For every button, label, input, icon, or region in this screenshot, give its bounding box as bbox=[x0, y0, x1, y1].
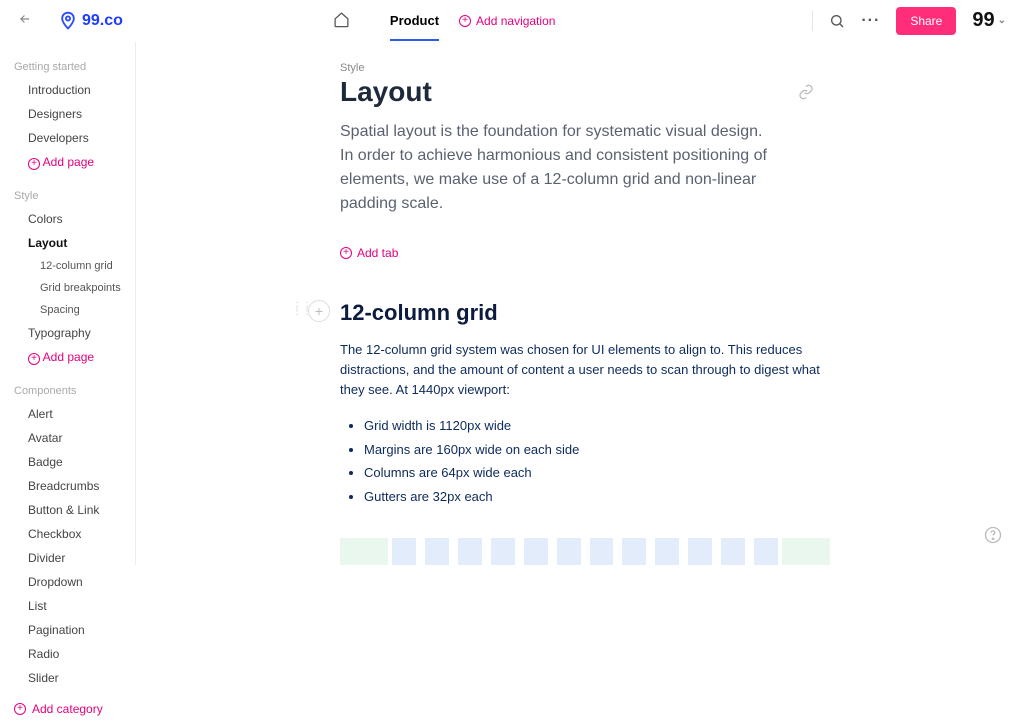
page-title: Layout bbox=[340, 76, 985, 108]
plus-icon: + bbox=[28, 353, 40, 365]
grid-diagram: 160px 32px 64px 160px 1120px bbox=[340, 538, 830, 565]
more-icon[interactable]: ··· bbox=[861, 12, 880, 30]
search-icon[interactable] bbox=[829, 13, 845, 29]
add-block-button[interactable]: + bbox=[308, 300, 330, 322]
back-button[interactable] bbox=[18, 12, 38, 29]
link-icon[interactable] bbox=[798, 84, 814, 103]
avatar-menu[interactable]: 99 ⌄ bbox=[972, 9, 1006, 32]
sidebar: Getting started Introduction Designers D… bbox=[0, 42, 136, 565]
page-kicker: Style bbox=[340, 62, 985, 74]
sidebar-item-slider[interactable]: Slider bbox=[0, 666, 135, 690]
sidebar-item-designers[interactable]: Designers bbox=[0, 102, 135, 126]
sidebar-category-getting-started: Getting started bbox=[0, 56, 135, 78]
logo-text: 99.co bbox=[82, 12, 123, 30]
tab-product[interactable]: Product bbox=[390, 1, 439, 41]
plus-icon: + bbox=[340, 247, 352, 259]
section-body: The 12-column grid system was chosen for… bbox=[340, 340, 820, 400]
sidebar-item-developers[interactable]: Developers bbox=[0, 126, 135, 150]
share-button[interactable]: Share bbox=[896, 7, 956, 35]
bullet-item: Margins are 160px wide on each side bbox=[364, 438, 985, 461]
sidebar-item-divider[interactable]: Divider bbox=[0, 546, 135, 570]
sidebar-category-components: Components bbox=[0, 380, 135, 402]
sidebar-item-list[interactable]: List bbox=[0, 594, 135, 618]
sidebar-item-radio[interactable]: Radio bbox=[0, 642, 135, 666]
add-category-button[interactable]: + Add category bbox=[0, 690, 135, 728]
sidebar-item-button-link[interactable]: Button & Link bbox=[0, 498, 135, 522]
sidebar-item-dropdown[interactable]: Dropdown bbox=[0, 570, 135, 594]
sidebar-item-pagination[interactable]: Pagination bbox=[0, 618, 135, 642]
logo[interactable]: 99.co bbox=[58, 10, 123, 32]
sidebar-item-badge[interactable]: Badge bbox=[0, 450, 135, 474]
add-page-button-1[interactable]: + Add page bbox=[0, 150, 135, 175]
help-icon[interactable] bbox=[984, 526, 1002, 547]
sidebar-item-avatar[interactable]: Avatar bbox=[0, 426, 135, 450]
home-icon[interactable] bbox=[333, 11, 350, 31]
sidebar-item-typography[interactable]: Typography bbox=[0, 321, 135, 345]
page-intro: Spatial layout is the foundation for sys… bbox=[340, 120, 770, 216]
add-tab-button[interactable]: + Add tab bbox=[340, 246, 985, 260]
diagram-margin-right bbox=[782, 538, 830, 565]
sidebar-item-introduction[interactable]: Introduction bbox=[0, 78, 135, 102]
section-bullets: Grid width is 1120px wide Margins are 16… bbox=[364, 414, 985, 508]
add-navigation-label: Add navigation bbox=[476, 14, 555, 28]
sidebar-item-breadcrumbs[interactable]: Breadcrumbs bbox=[0, 474, 135, 498]
plus-icon: + bbox=[28, 158, 40, 170]
plus-icon: + bbox=[14, 703, 26, 715]
bullet-item: Columns are 64px wide each bbox=[364, 461, 985, 484]
bullet-item: Gutters are 32px each bbox=[364, 485, 985, 508]
chevron-down-icon: ⌄ bbox=[998, 15, 1006, 26]
avatar-label: 99 bbox=[972, 9, 994, 32]
sidebar-item-grid-breakpoints[interactable]: Grid breakpoints bbox=[0, 277, 135, 299]
sidebar-item-layout[interactable]: Layout bbox=[0, 231, 135, 255]
bullet-item: Grid width is 1120px wide bbox=[364, 414, 985, 437]
sidebar-item-spacing[interactable]: Spacing bbox=[0, 299, 135, 321]
sidebar-category-style: Style bbox=[0, 185, 135, 207]
divider bbox=[812, 11, 813, 31]
diagram-columns bbox=[392, 538, 778, 565]
sidebar-item-12-column-grid[interactable]: 12-column grid bbox=[0, 255, 135, 277]
sidebar-item-colors[interactable]: Colors bbox=[0, 207, 135, 231]
add-page-button-2[interactable]: + Add page bbox=[0, 345, 135, 370]
sidebar-item-alert[interactable]: Alert bbox=[0, 402, 135, 426]
diagram-margin-left bbox=[340, 538, 388, 565]
plus-icon: + bbox=[459, 15, 471, 27]
add-navigation-button[interactable]: + Add navigation bbox=[459, 14, 555, 28]
section-heading-12-column: 12-column grid bbox=[340, 300, 985, 326]
sidebar-item-checkbox[interactable]: Checkbox bbox=[0, 522, 135, 546]
